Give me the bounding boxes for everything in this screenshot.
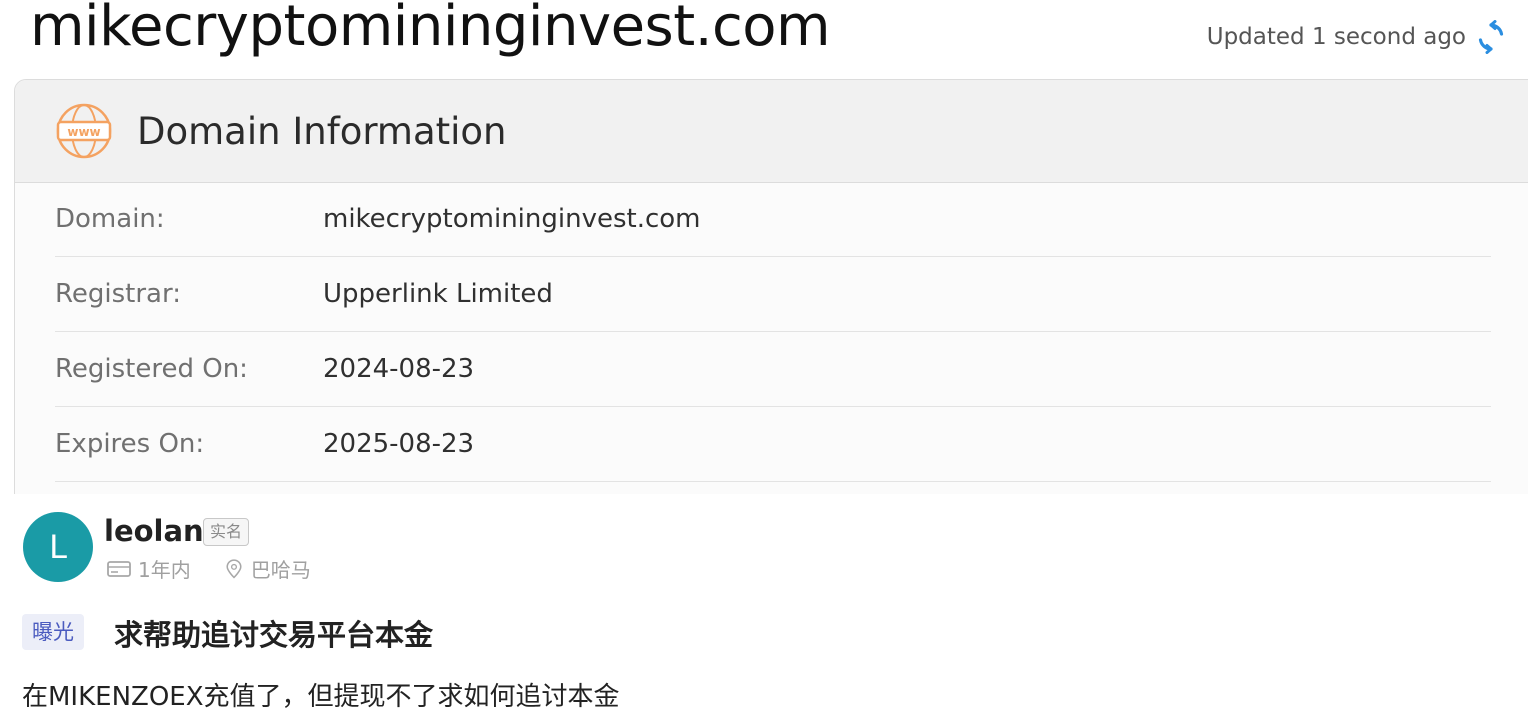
updated-text: Updated 1 second ago	[1206, 24, 1466, 50]
row-domain: Domain: mikecryptomininginvest.com	[55, 182, 1491, 257]
row-label: Registrar:	[55, 279, 181, 309]
domain-info-list: Domain: mikecryptomininginvest.com Regis…	[55, 182, 1491, 482]
post-body: 在MIKENZOEX充值了，但提现不了求如何追讨本金	[22, 682, 620, 712]
row-value: 2025-08-23	[323, 429, 475, 459]
post-meta: 1年内 巴哈马	[106, 554, 311, 583]
row-label: Domain:	[55, 204, 165, 234]
verified-badge: 实名	[203, 518, 250, 546]
row-expires-on: Expires On: 2025-08-23	[55, 407, 1491, 482]
post-title[interactable]: 求帮助追讨交易平台本金	[114, 612, 433, 654]
svg-text:www: www	[67, 125, 100, 139]
user-post: L leolan 实名 1年内 巴哈马 曝光 求帮助追讨交易平台本金 在MIKE…	[0, 494, 1528, 727]
row-value: mikecryptomininginvest.com	[323, 204, 701, 234]
card-title: Domain Information	[137, 109, 507, 153]
avatar[interactable]: L	[23, 512, 93, 582]
www-globe-icon: www	[56, 103, 112, 159]
row-value: Upperlink Limited	[323, 279, 553, 309]
site-title: mikecryptomininginvest.com	[30, 0, 831, 59]
refresh-icon[interactable]	[1476, 20, 1506, 54]
row-registrar: Registrar: Upperlink Limited	[55, 257, 1491, 332]
username[interactable]: leolan	[104, 514, 204, 548]
row-registered-on: Registered On: 2024-08-23	[55, 332, 1491, 407]
post-time: 1年内	[138, 558, 191, 582]
card-icon	[107, 560, 131, 577]
category-tag[interactable]: 曝光	[22, 614, 84, 650]
row-label: Expires On:	[55, 429, 205, 459]
location-pin-icon	[226, 558, 242, 579]
row-label: Registered On:	[55, 354, 248, 384]
row-value: 2024-08-23	[323, 354, 475, 384]
card-header: www Domain Information	[15, 80, 1528, 183]
update-status: Updated 1 second ago	[1207, 20, 1506, 54]
domain-information-card: www Domain Information Domain: mikecrypt…	[14, 79, 1528, 511]
post-location: 巴哈马	[250, 558, 311, 582]
